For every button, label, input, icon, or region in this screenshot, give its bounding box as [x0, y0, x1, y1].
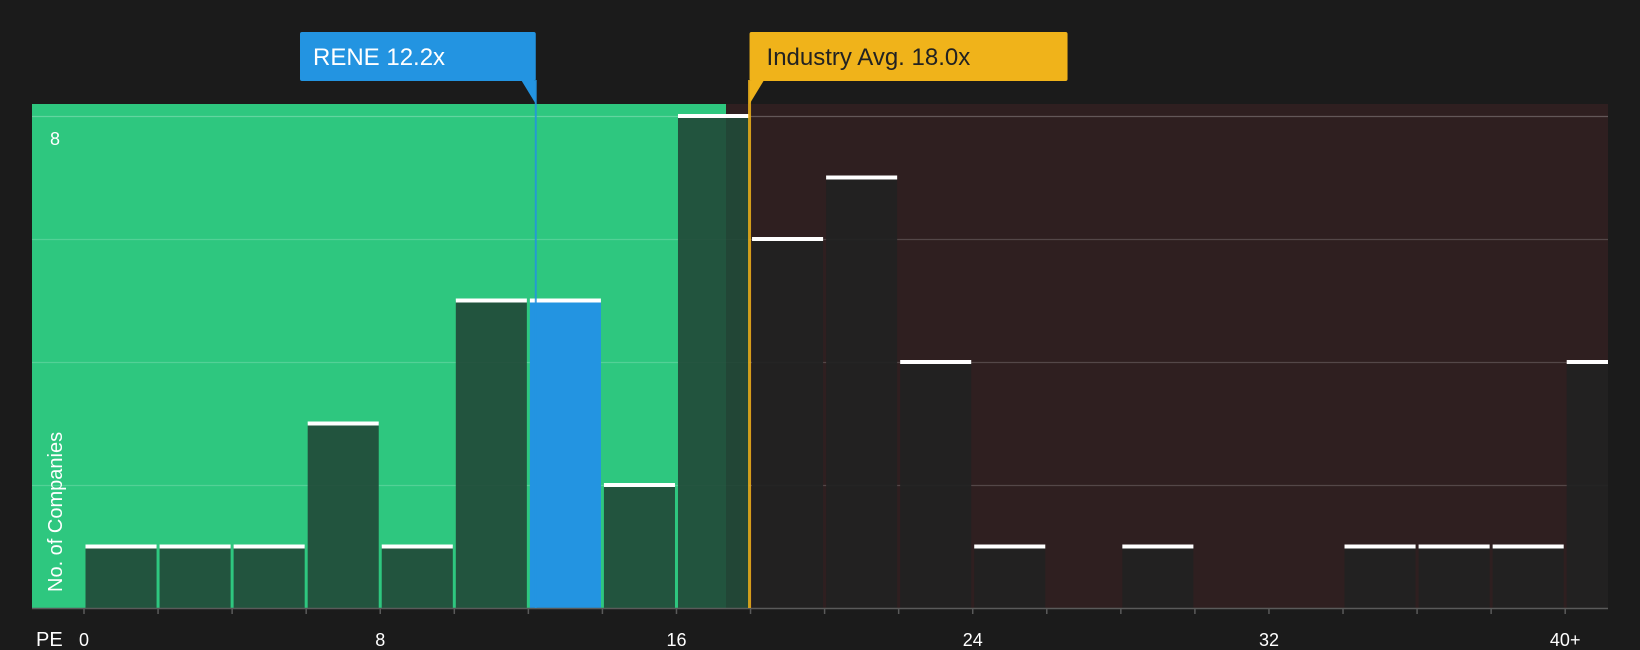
- bar-top-cap: [974, 544, 1046, 549]
- y-axis: 8: [50, 129, 60, 149]
- industry-callout-label: Industry Avg. 18.0x: [767, 44, 971, 71]
- bar-top-cap: [826, 175, 898, 180]
- histogram-bar: [85, 546, 157, 608]
- histogram-bar: [974, 546, 1046, 608]
- x-tick-label: 16: [666, 630, 686, 650]
- bar-top-cap: [1418, 544, 1490, 549]
- histogram-bar: [455, 300, 527, 608]
- bar-top-cap: [233, 544, 305, 549]
- company-callout-pointer: [521, 81, 536, 104]
- histogram-bar: [233, 546, 305, 608]
- pe-distribution-chart: 0 8 16 24 32 40+ 8 RENE 12.2x Industry Avg. 18…: [32, 32, 1608, 650]
- bar-top-cap: [455, 298, 527, 303]
- bar-top-cap: [1122, 544, 1194, 549]
- company-callout-label: RENE 12.2x: [313, 44, 445, 71]
- bar-top-cap: [677, 114, 750, 118]
- histogram-bar: [677, 116, 750, 608]
- bar-top-cap: [159, 544, 231, 549]
- y-axis-title: No. of Companies: [45, 432, 67, 592]
- x-tick-label: 40+: [1550, 630, 1581, 650]
- x-tick-label: 32: [1259, 630, 1279, 650]
- bar-top-cap: [603, 483, 675, 487]
- x-tick-label: 0: [79, 630, 89, 650]
- x-tick-label: 24: [963, 630, 983, 650]
- bar-top-cap: [1344, 544, 1416, 549]
- x-axis-title: PE: [36, 629, 63, 650]
- histogram-bar: [900, 362, 972, 608]
- bar-top-cap: [752, 237, 824, 241]
- histogram-bar: [1418, 546, 1490, 608]
- histogram-bar: [1122, 546, 1194, 608]
- y-tick-label: 8: [50, 129, 60, 149]
- bar-top-cap: [307, 421, 379, 426]
- histogram-bar: [826, 177, 898, 608]
- bar-top-cap: [529, 298, 601, 303]
- bar-top-cap: [85, 544, 157, 549]
- histogram-bar: [1492, 546, 1564, 608]
- histogram-bar: [159, 546, 231, 608]
- bar-top-cap: [381, 544, 453, 549]
- bar-top-cap: [1566, 360, 1608, 364]
- histogram-bar: [381, 546, 453, 608]
- histogram-bar: [752, 239, 824, 608]
- bar-top-cap: [1492, 544, 1564, 549]
- industry-callout-pointer: [749, 81, 764, 104]
- histogram-bar: [603, 485, 675, 608]
- x-axis: 0 8 16 24 32 40+: [32, 607, 1608, 650]
- histogram-bar: [307, 423, 379, 608]
- histogram-bar: [1344, 546, 1416, 608]
- histogram-bar: [1566, 362, 1608, 608]
- histogram-bar: [529, 300, 601, 608]
- x-tick-label: 8: [375, 630, 385, 650]
- bar-top-cap: [900, 360, 972, 364]
